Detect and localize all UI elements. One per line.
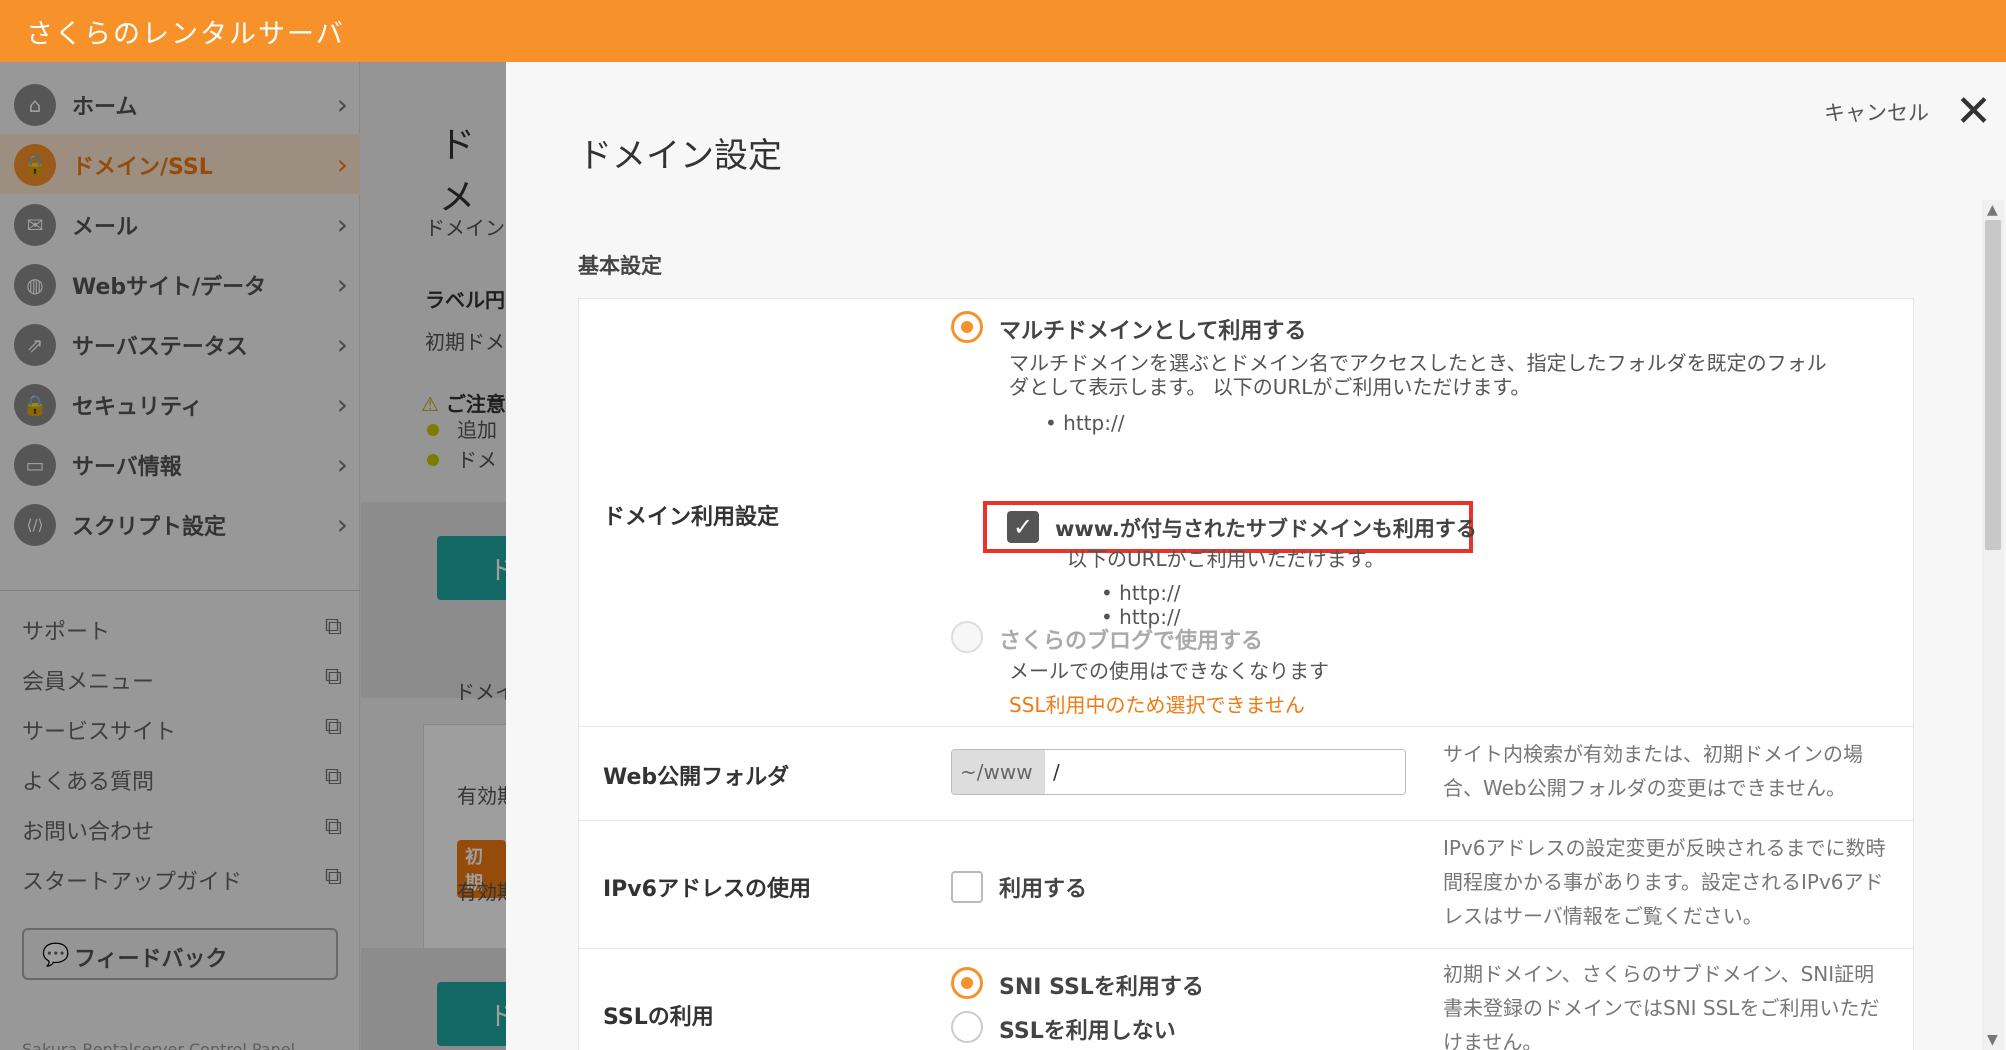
url-item: • http://: [1045, 411, 1125, 435]
option-label: SSLを利用しない: [999, 1019, 1176, 1044]
settings-table: ドメイン利用設定 マルチドメインとして利用する マルチドメインを選ぶとドメイン名…: [578, 298, 1914, 1050]
row-note: 初期ドメイン、さくらのサブドメイン、SNI証明書未登録のドメインではSNI SS…: [1443, 962, 1880, 1050]
close-icon: ✕: [1955, 86, 1992, 137]
cancel-label: キャンセル: [1824, 101, 1929, 125]
row-label: SSLの利用: [603, 1005, 714, 1030]
checkbox-description: 以下のURLがご利用いただけます。: [1067, 547, 1385, 571]
row-ipv6: IPv6アドレスの使用 利用する IPv6アドレスの設定変更が反映されるまでに数…: [579, 821, 1913, 949]
web-folder-input[interactable]: [1045, 750, 1405, 794]
cancel-button[interactable]: キャンセル ✕: [1824, 86, 1992, 137]
scroll-down-icon[interactable]: ▼: [1987, 1032, 1998, 1048]
option-label: マルチドメインとして利用する: [999, 319, 1307, 344]
radio-sakura-blog[interactable]: [951, 621, 983, 653]
url-text: http://: [1063, 411, 1125, 435]
option-description: ダとして表示します。 以下のURLがご利用いただけます。: [1009, 375, 1531, 399]
app-header: さくらのレンタルサーバ: [0, 0, 2006, 62]
option-label: さくらのブログで使用する: [999, 629, 1264, 654]
radio-multi-domain[interactable]: [951, 311, 983, 343]
www-subdomain-checkbox[interactable]: ✓: [1007, 511, 1039, 543]
scrollbar-thumb[interactable]: [1985, 220, 2001, 550]
row-ssl: SSLの利用 SNI SSLを利用する SSLを利用しない 初期ドメイン、さくら…: [579, 949, 1913, 1050]
option-label: SNI SSLを利用する: [999, 975, 1204, 1000]
checkbox-label: www.が付与されたサブドメインも利用する: [1055, 517, 1477, 541]
row-label: Web公開フォルダ: [603, 765, 790, 790]
radio-sni-ssl[interactable]: [951, 967, 983, 999]
radio-no-ssl[interactable]: [951, 1011, 983, 1043]
row-label: ドメイン利用設定: [603, 505, 780, 530]
modal-backdrop[interactable]: [0, 62, 506, 1050]
panel-title: ドメイン設定: [578, 136, 782, 176]
row-note: IPv6アドレスの設定変更が反映されるまでに数時間程度かかる事があります。設定さ…: [1443, 836, 1886, 928]
row-domain-usage: ドメイン利用設定 マルチドメインとして利用する マルチドメインを選ぶとドメイン名…: [579, 299, 1913, 727]
ipv6-checkbox[interactable]: [951, 871, 983, 903]
option-description: マルチドメインを選ぶとドメイン名でアクセスしたとき、指定したフォルダを既定のフォ…: [1009, 351, 1827, 375]
row-note: サイト内検索が有効または、初期ドメインの場合、Web公開フォルダの変更はできませ…: [1443, 742, 1863, 800]
url-item: • http://: [1101, 581, 1181, 605]
row-label: IPv6アドレスの使用: [603, 877, 811, 902]
panel-scrollbar[interactable]: ▲ ▼: [1982, 200, 2004, 1050]
web-folder-field: ~/www: [951, 749, 1406, 795]
scroll-up-icon[interactable]: ▲: [1987, 202, 1998, 218]
option-description: メールでの使用はできなくなります: [1009, 659, 1329, 683]
section-heading: 基本設定: [578, 254, 662, 278]
checkbox-label: 利用する: [999, 877, 1088, 902]
url-text: http://: [1119, 581, 1181, 605]
brand-logo-text[interactable]: さくらのレンタルサーバ: [26, 12, 345, 51]
option-warning: SSL利用中のため選択できません: [1009, 693, 1305, 717]
row-web-folder: Web公開フォルダ ~/www サイト内検索が有効または、初期ドメインの場合、W…: [579, 727, 1913, 821]
folder-prefix: ~/www: [952, 750, 1045, 794]
domain-settings-panel: ドメイン設定 キャンセル ✕ 基本設定 ドメイン利用設定 マルチドメインとして利…: [506, 62, 2006, 1050]
